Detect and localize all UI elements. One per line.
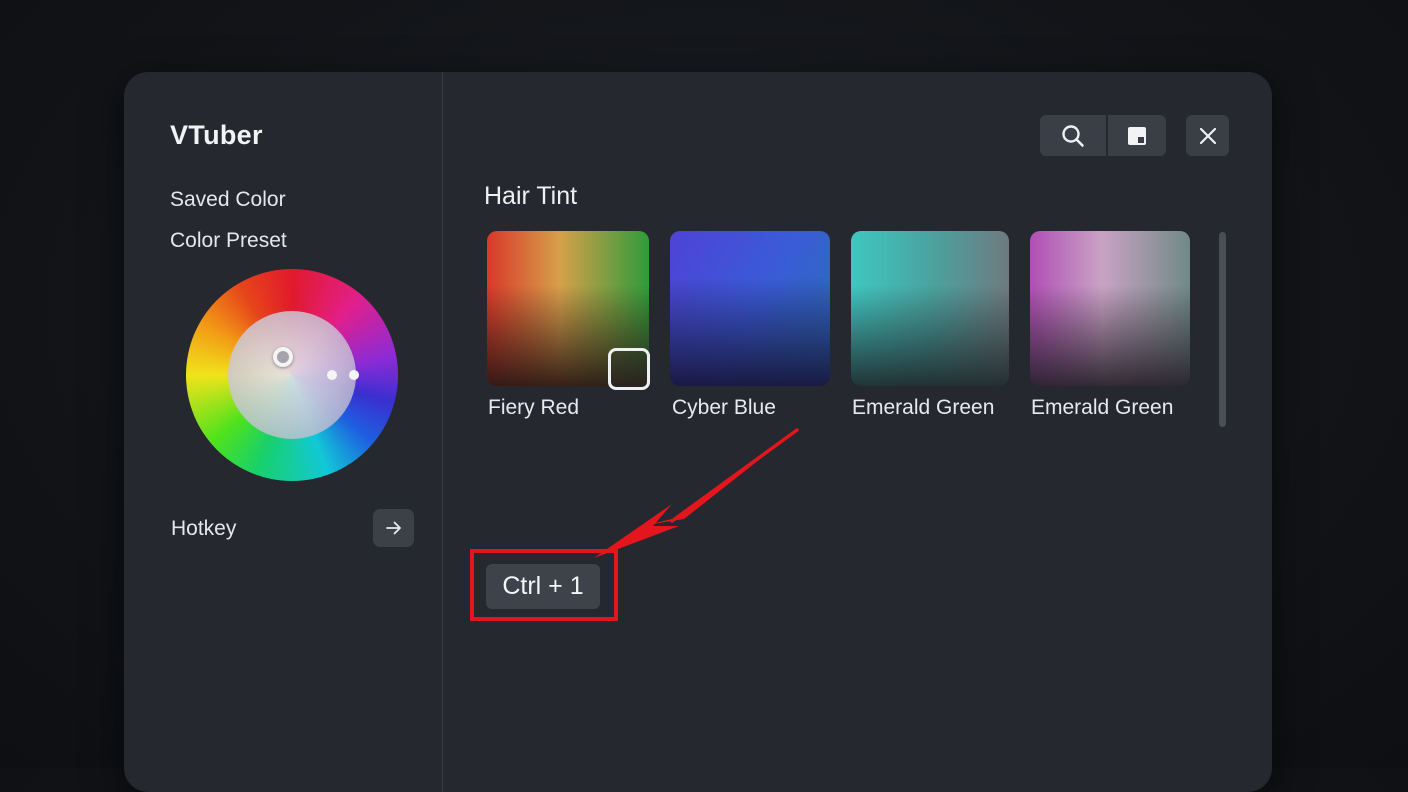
panel-button[interactable] bbox=[1108, 115, 1166, 156]
annotation-highlight-box bbox=[470, 549, 618, 621]
color-wheel-point[interactable] bbox=[349, 370, 359, 380]
close-button[interactable] bbox=[1186, 115, 1229, 156]
swatch-label: Emerald Green bbox=[1031, 396, 1174, 419]
arrow-right-icon bbox=[385, 521, 401, 535]
swatch-label: Fiery Red bbox=[488, 396, 580, 419]
section-title: Hair Tint bbox=[484, 182, 578, 210]
app-window: VTuber Saved Color Color Preset Hotkey H… bbox=[124, 72, 1272, 792]
swatch-label: Cyber Blue bbox=[672, 396, 776, 419]
close-icon bbox=[1199, 127, 1216, 144]
color-wheel[interactable] bbox=[186, 269, 398, 481]
sidebar-item-saved-color[interactable]: Saved Color bbox=[170, 188, 286, 212]
hotkey-arrow-button[interactable] bbox=[373, 509, 414, 547]
swatch-emerald-green[interactable] bbox=[851, 231, 1009, 386]
color-wheel-handle[interactable] bbox=[273, 347, 293, 367]
hotkey-label: Hotkey bbox=[171, 517, 237, 540]
swatch-scrollbar[interactable] bbox=[1219, 232, 1226, 427]
swatch-emerald-green-2[interactable] bbox=[1030, 231, 1190, 386]
sidebar-item-color-preset[interactable]: Color Preset bbox=[170, 229, 287, 253]
sidebar: VTuber Saved Color Color Preset Hotkey bbox=[124, 72, 443, 792]
color-wheel-point[interactable] bbox=[327, 370, 337, 380]
app-title: VTuber bbox=[170, 120, 263, 150]
search-icon bbox=[1062, 124, 1084, 147]
panel-icon bbox=[1128, 126, 1146, 145]
main-panel: Hair Tint Fiery Red Cyber Blue Emerald G… bbox=[443, 72, 1272, 792]
swatch-cyber-blue[interactable] bbox=[670, 231, 830, 386]
swatch-label: Emerald Green bbox=[852, 396, 995, 419]
search-button[interactable] bbox=[1040, 115, 1106, 156]
swatch-select-checkbox[interactable] bbox=[608, 348, 650, 390]
